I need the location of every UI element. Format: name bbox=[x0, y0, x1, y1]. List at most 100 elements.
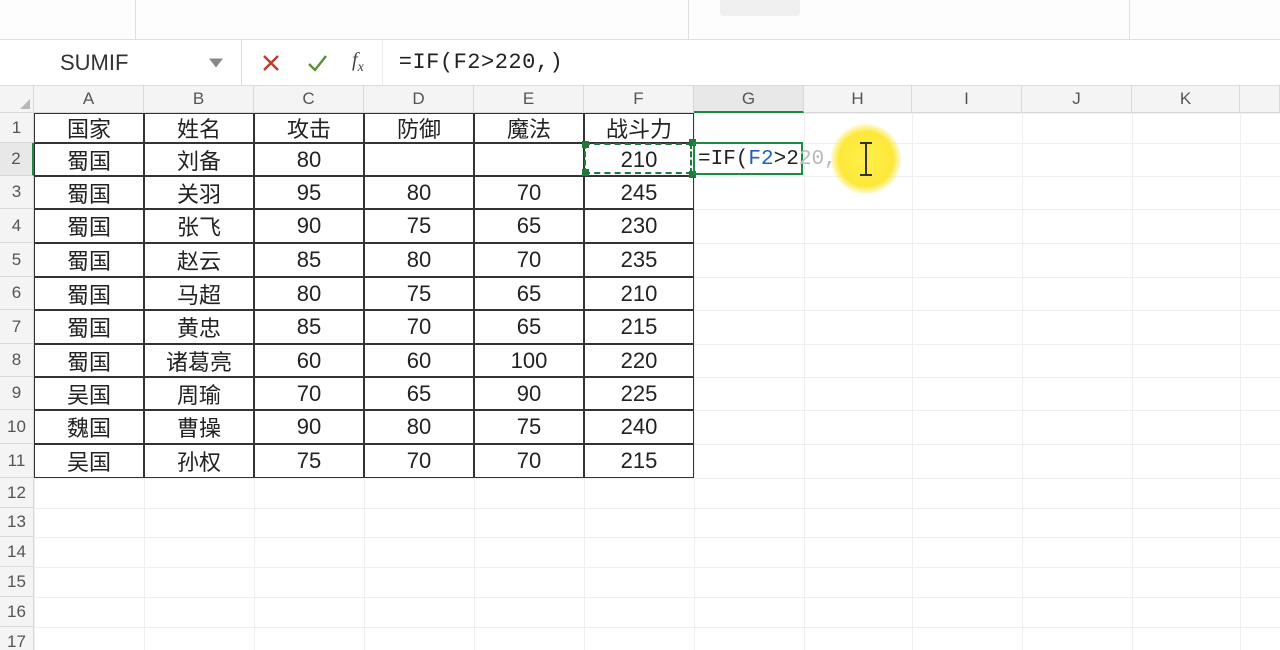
cell-B5[interactable]: 赵云 bbox=[144, 243, 254, 277]
row-header-11[interactable]: 11 bbox=[0, 444, 34, 478]
cell-D6[interactable]: 75 bbox=[364, 277, 474, 310]
cell-B10[interactable]: 曹操 bbox=[144, 410, 254, 444]
row-header-2[interactable]: 2 bbox=[0, 143, 34, 176]
cell-D4[interactable]: 75 bbox=[364, 209, 474, 243]
col-header-K[interactable]: K bbox=[1132, 86, 1240, 113]
col-header-H[interactable]: H bbox=[804, 86, 912, 113]
cell-E10[interactable]: 75 bbox=[474, 410, 584, 444]
cell-C7[interactable]: 85 bbox=[254, 310, 364, 344]
fx-icon[interactable]: fx bbox=[352, 49, 364, 76]
name-box[interactable]: SUMIF bbox=[0, 40, 242, 85]
row-header-9[interactable]: 9 bbox=[0, 377, 34, 410]
cell-A2[interactable]: 蜀国 bbox=[34, 143, 144, 176]
cell-C2[interactable]: 80 bbox=[254, 143, 364, 176]
select-all-button[interactable] bbox=[0, 86, 34, 113]
cell-C9[interactable]: 70 bbox=[254, 377, 364, 410]
cell-grid[interactable]: 国家姓名攻击防御魔法战斗力蜀国刘备80210蜀国关羽958070245蜀国张飞9… bbox=[34, 113, 1280, 650]
cell-F5[interactable]: 235 bbox=[584, 243, 694, 277]
cell-E8[interactable]: 100 bbox=[474, 344, 584, 377]
col-header-E[interactable]: E bbox=[474, 86, 584, 113]
cell-F10[interactable]: 240 bbox=[584, 410, 694, 444]
cell-C11[interactable]: 75 bbox=[254, 444, 364, 478]
cell-B8[interactable]: 诸葛亮 bbox=[144, 344, 254, 377]
cell-C6[interactable]: 80 bbox=[254, 277, 364, 310]
cell-D7[interactable]: 70 bbox=[364, 310, 474, 344]
row-header-3[interactable]: 3 bbox=[0, 176, 34, 209]
cell-A9[interactable]: 吴国 bbox=[34, 377, 144, 410]
cell-D5[interactable]: 80 bbox=[364, 243, 474, 277]
row-header-6[interactable]: 6 bbox=[0, 277, 34, 310]
cell-E6[interactable]: 65 bbox=[474, 277, 584, 310]
formula-input[interactable]: =IF(F2>220,) bbox=[383, 50, 1280, 75]
cell-D10[interactable]: 80 bbox=[364, 410, 474, 444]
cell-C5[interactable]: 85 bbox=[254, 243, 364, 277]
row-header-8[interactable]: 8 bbox=[0, 344, 34, 377]
cell-E2[interactable] bbox=[474, 143, 584, 176]
row-header-17[interactable]: 17 bbox=[0, 627, 34, 650]
cell-F7[interactable]: 215 bbox=[584, 310, 694, 344]
cell-E9[interactable]: 90 bbox=[474, 377, 584, 410]
cell-F3[interactable]: 245 bbox=[584, 176, 694, 209]
row-header-10[interactable]: 10 bbox=[0, 410, 34, 444]
cell-B2[interactable]: 刘备 bbox=[144, 143, 254, 176]
cell-A4[interactable]: 蜀国 bbox=[34, 209, 144, 243]
cell-F6[interactable]: 210 bbox=[584, 277, 694, 310]
cell-D8[interactable]: 60 bbox=[364, 344, 474, 377]
cell-A3[interactable]: 蜀国 bbox=[34, 176, 144, 209]
cell-A1[interactable]: 国家 bbox=[34, 113, 144, 143]
in-cell-editor[interactable]: =IF(F2>220,) bbox=[698, 143, 849, 176]
cell-D2[interactable] bbox=[364, 143, 474, 176]
cell-C10[interactable]: 90 bbox=[254, 410, 364, 444]
cell-D1[interactable]: 防御 bbox=[364, 113, 474, 143]
cell-A10[interactable]: 魏国 bbox=[34, 410, 144, 444]
cell-C3[interactable]: 95 bbox=[254, 176, 364, 209]
cell-B4[interactable]: 张飞 bbox=[144, 209, 254, 243]
cell-A6[interactable]: 蜀国 bbox=[34, 277, 144, 310]
cell-F2[interactable]: 210 bbox=[584, 143, 694, 176]
cell-A7[interactable]: 蜀国 bbox=[34, 310, 144, 344]
cell-B11[interactable]: 孙权 bbox=[144, 444, 254, 478]
cell-E1[interactable]: 魔法 bbox=[474, 113, 584, 143]
cell-F8[interactable]: 220 bbox=[584, 344, 694, 377]
cell-F9[interactable]: 225 bbox=[584, 377, 694, 410]
cell-E3[interactable]: 70 bbox=[474, 176, 584, 209]
row-header-5[interactable]: 5 bbox=[0, 243, 34, 277]
cell-B3[interactable]: 关羽 bbox=[144, 176, 254, 209]
col-header-blank[interactable] bbox=[1240, 86, 1280, 113]
row-header-16[interactable]: 16 bbox=[0, 597, 34, 627]
cell-F1[interactable]: 战斗力 bbox=[584, 113, 694, 143]
col-header-J[interactable]: J bbox=[1022, 86, 1132, 113]
row-header-7[interactable]: 7 bbox=[0, 310, 34, 344]
col-header-I[interactable]: I bbox=[912, 86, 1022, 113]
col-header-F[interactable]: F bbox=[584, 86, 694, 113]
chevron-down-icon[interactable] bbox=[209, 58, 223, 67]
cell-D11[interactable]: 70 bbox=[364, 444, 474, 478]
cell-A8[interactable]: 蜀国 bbox=[34, 344, 144, 377]
col-header-A[interactable]: A bbox=[34, 86, 144, 113]
row-header-14[interactable]: 14 bbox=[0, 537, 34, 567]
cell-B1[interactable]: 姓名 bbox=[144, 113, 254, 143]
row-header-1[interactable]: 1 bbox=[0, 113, 34, 143]
row-header-15[interactable]: 15 bbox=[0, 567, 34, 597]
cell-F4[interactable]: 230 bbox=[584, 209, 694, 243]
cell-C4[interactable]: 90 bbox=[254, 209, 364, 243]
confirm-icon[interactable] bbox=[306, 52, 328, 74]
cell-E7[interactable]: 65 bbox=[474, 310, 584, 344]
col-header-D[interactable]: D bbox=[364, 86, 474, 113]
col-header-B[interactable]: B bbox=[144, 86, 254, 113]
cell-D3[interactable]: 80 bbox=[364, 176, 474, 209]
cell-A11[interactable]: 吴国 bbox=[34, 444, 144, 478]
row-header-13[interactable]: 13 bbox=[0, 508, 34, 537]
cancel-icon[interactable] bbox=[260, 52, 282, 74]
cell-E11[interactable]: 70 bbox=[474, 444, 584, 478]
cell-B7[interactable]: 黄忠 bbox=[144, 310, 254, 344]
cell-C8[interactable]: 60 bbox=[254, 344, 364, 377]
row-header-4[interactable]: 4 bbox=[0, 209, 34, 243]
cell-B9[interactable]: 周瑜 bbox=[144, 377, 254, 410]
cell-F11[interactable]: 215 bbox=[584, 444, 694, 478]
cell-C1[interactable]: 攻击 bbox=[254, 113, 364, 143]
col-header-G[interactable]: G bbox=[694, 86, 804, 113]
cell-A5[interactable]: 蜀国 bbox=[34, 243, 144, 277]
cell-B6[interactable]: 马超 bbox=[144, 277, 254, 310]
col-header-C[interactable]: C bbox=[254, 86, 364, 113]
